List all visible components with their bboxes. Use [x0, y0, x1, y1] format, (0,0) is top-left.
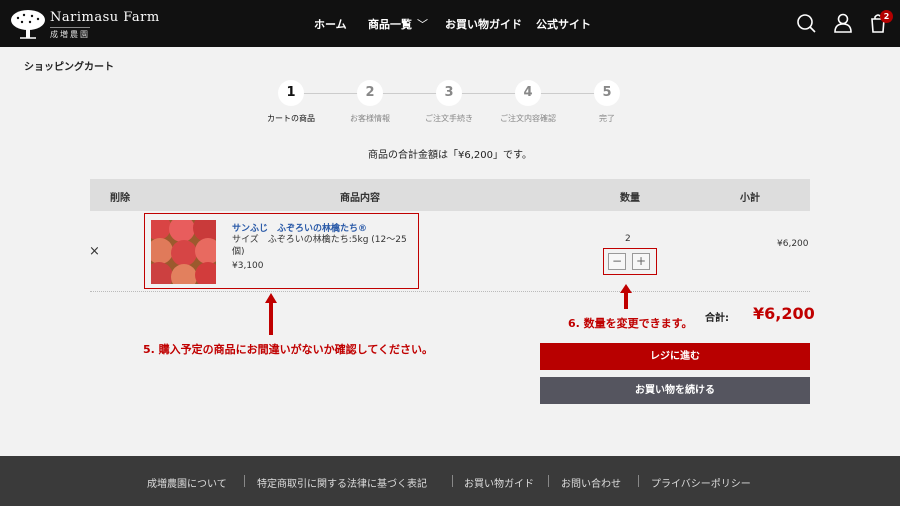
step-2-circle: 2	[357, 80, 383, 106]
total-amount: ¥6,200	[753, 304, 815, 323]
brand-name: Narimasu Farm	[50, 10, 160, 25]
arrow-up-icon	[620, 284, 632, 309]
user-icon[interactable]	[832, 12, 854, 34]
step-1-circle: 1	[278, 80, 304, 106]
step-3-label: ご注文手続き	[425, 114, 473, 123]
chevron-down-icon: ﹀	[417, 18, 428, 31]
step-3-circle: 3	[436, 80, 462, 106]
footer-link-legal[interactable]: 特定商取引に関する法律に基づく表記	[257, 475, 427, 490]
nav-products-label: 商品一覧	[368, 18, 412, 31]
col-subtotal: 小計	[740, 193, 760, 204]
nav-official-site[interactable]: 公式サイト	[536, 16, 591, 32]
step-5-label: 完了	[599, 114, 615, 123]
col-quantity: 数量	[620, 193, 640, 204]
product-highlight-box: サンふじ ふぞろいの林檎たち® サイズ ふぞろいの林檎たち:5kg (12〜25…	[144, 213, 419, 289]
product-unit-price: ¥3,100	[232, 261, 264, 271]
checkout-button[interactable]: レジに進む	[540, 343, 810, 370]
cart-total-message: 商品の合計金額は「¥6,200」です。	[368, 150, 532, 161]
quantity-increase-button[interactable]: +	[632, 253, 650, 270]
nav-products[interactable]: 商品一覧 ﹀	[368, 16, 428, 32]
step-5-circle: 5	[594, 80, 620, 106]
footer-link-privacy[interactable]: プライバシーポリシー	[651, 475, 751, 490]
step-1-label: カートの商品	[267, 114, 315, 123]
cart-count-badge: 2	[880, 10, 893, 23]
col-remove: 削除	[110, 193, 130, 204]
quantity-decrease-button[interactable]: −	[608, 253, 626, 270]
brand-subtitle: 成増農園	[50, 27, 90, 40]
step-4-circle: 4	[515, 80, 541, 106]
quantity-value: 2	[625, 234, 631, 244]
annotation-check-product: 5. 購入予定の商品にお間違いがないか確認してください。	[143, 343, 434, 356]
site-logo[interactable]: Narimasu Farm 成増農園	[10, 8, 159, 40]
remove-item-button[interactable]: ×	[89, 244, 100, 259]
footer-link-about[interactable]: 成増農園について	[147, 475, 227, 490]
item-subtotal: ¥6,200	[777, 239, 809, 249]
step-4-label: ご注文内容確認	[500, 114, 556, 123]
product-size: サイズ ふぞろいの林檎たち:5kg (12〜25個)	[232, 235, 407, 257]
col-product: 商品内容	[340, 193, 380, 204]
annotation-change-quantity: 6. 数量を変更できます。	[568, 317, 693, 330]
nav-shopping-guide[interactable]: お買い物ガイド	[445, 16, 522, 32]
footer-link-guide[interactable]: お買い物ガイド	[464, 475, 534, 490]
nav-home[interactable]: ホーム	[314, 16, 347, 32]
row-divider	[90, 291, 810, 292]
tree-logo-icon	[11, 10, 45, 39]
footer-link-contact[interactable]: お問い合わせ	[561, 475, 621, 490]
site-header: Narimasu Farm 成増農園 ホーム 商品一覧 ﹀ お買い物ガイド 公式サ…	[0, 0, 900, 47]
total-label: 合計:	[705, 313, 729, 324]
product-name-link[interactable]: サンふじ ふぞろいの林檎たち®	[232, 221, 367, 234]
quantity-stepper-highlight: − +	[603, 248, 657, 275]
product-image-apples[interactable]	[151, 220, 216, 284]
search-icon[interactable]	[795, 12, 817, 34]
page-title: ショッピングカート	[24, 62, 114, 73]
arrow-up-icon	[265, 293, 277, 335]
cart-table-header: 削除 商品内容 数量 小計	[90, 179, 810, 211]
continue-shopping-button[interactable]: お買い物を続ける	[540, 377, 810, 404]
site-footer: 成増農園について 特定商取引に関する法律に基づく表記 お買い物ガイド お問い合わ…	[0, 456, 900, 506]
step-2-label: お客様情報	[350, 114, 390, 123]
